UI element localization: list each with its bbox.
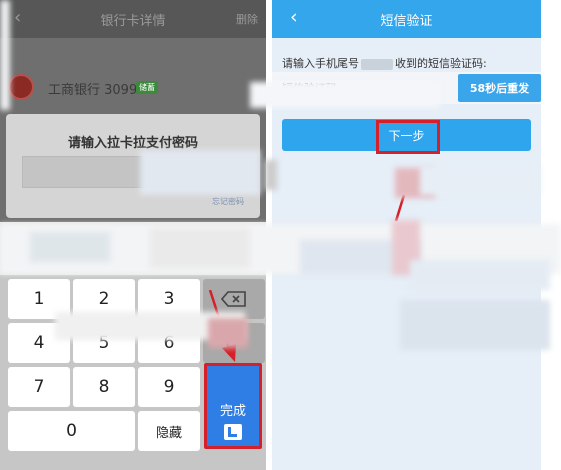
lakala-logo-icon <box>224 424 242 440</box>
forgot-password-link[interactable]: 忘记密码 <box>212 196 244 207</box>
key-0[interactable]: 0 <box>8 411 135 451</box>
right-header-bar: ‹ 短信验证 <box>272 0 541 38</box>
delete-card-link[interactable]: 删除 <box>236 11 258 27</box>
bank-logo-icon <box>8 74 34 100</box>
left-header-bar: ‹ 银行卡详情 删除 <box>0 0 266 38</box>
sms-prompt: 请输入手机尾号 收到的短信验证码: <box>282 55 487 71</box>
dialog-title: 请输入拉卡拉支付密码 <box>67 136 198 151</box>
left-page-title: 银行卡详情 <box>100 14 166 29</box>
sms-prompt-suffix: 收到的短信验证码: <box>395 57 487 70</box>
sms-prompt-prefix: 请输入手机尾号 <box>282 57 359 70</box>
bank-card-name: 工商银行 3099 <box>48 83 138 98</box>
done-key-label: 完成 <box>219 404 246 419</box>
key-9[interactable]: 9 <box>138 367 200 407</box>
key-7[interactable]: 7 <box>8 367 70 407</box>
hide-keyboard-key[interactable]: 隐藏 <box>138 411 200 451</box>
key-8[interactable]: 8 <box>73 367 135 407</box>
done-key[interactable]: 完成 <box>204 363 262 449</box>
right-page-title: 短信验证 <box>380 14 433 29</box>
resend-code-button[interactable]: 58秒后重发 <box>458 74 541 102</box>
card-type-badge: 储蓄 <box>136 81 158 94</box>
masked-phone-number <box>361 58 393 70</box>
next-button-highlight <box>376 120 440 154</box>
